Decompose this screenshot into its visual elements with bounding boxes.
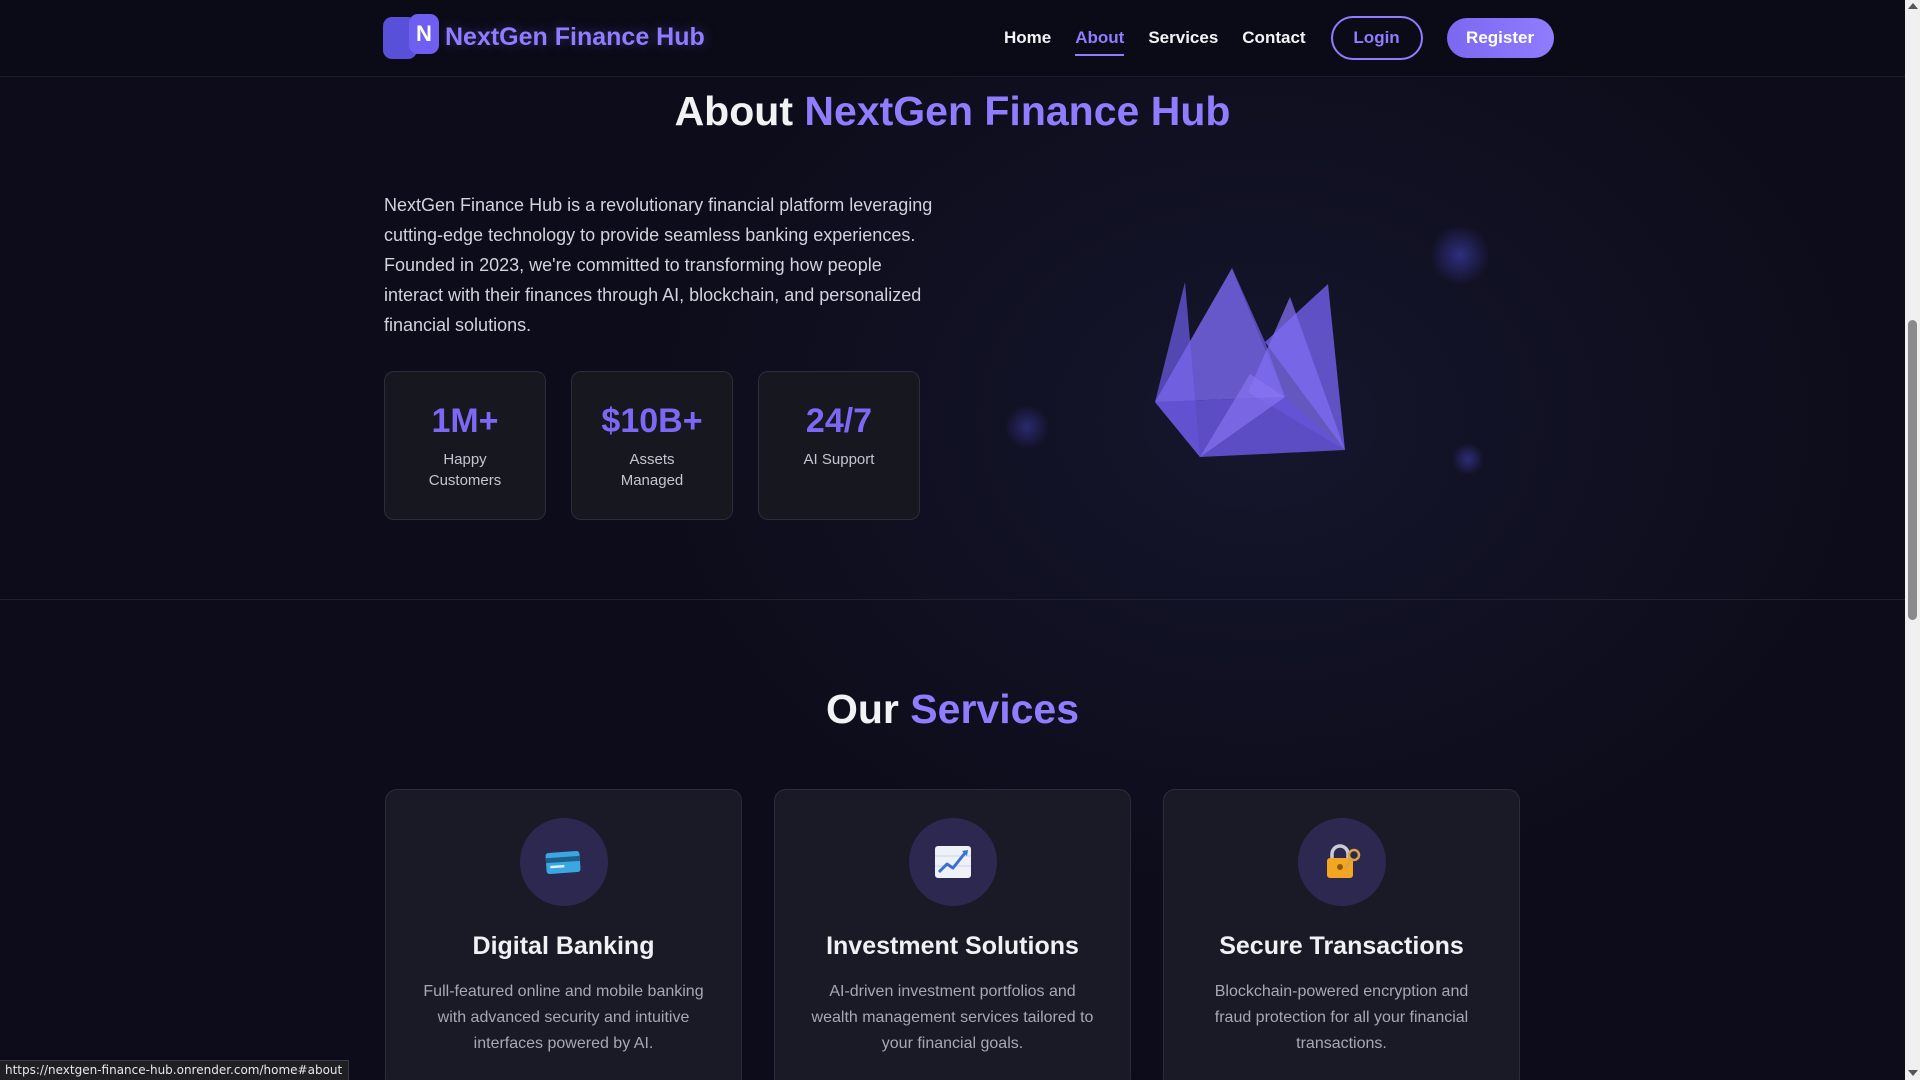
stat-value: 24/7: [805, 402, 873, 440]
glow-orb: [1452, 443, 1484, 475]
scroll-down-arrow-icon[interactable]: [1908, 1070, 1918, 1076]
nav-link-contact[interactable]: Contact: [1242, 18, 1305, 58]
about-description: NextGen Finance Hub is a revolutionary f…: [384, 195, 933, 335]
about-title: About NextGen Finance Hub: [0, 88, 1905, 135]
stat-label: Assets Managed: [620, 451, 684, 489]
card-title: Secure Transactions: [1219, 932, 1464, 960]
glow-orb: [1430, 225, 1490, 285]
card-description: Blockchain-powered encryption and fraud …: [1214, 983, 1469, 1052]
nav-link-services[interactable]: Services: [1148, 18, 1218, 58]
page: N NextGen Finance Hub Home About Service…: [0, 0, 1905, 1080]
credit-card-icon: [519, 818, 608, 906]
status-bar-url: https://nextgen-finance-hub.onrender.com…: [0, 1060, 350, 1080]
service-card-investment[interactable]: Investment Solutions AI-driven investmen…: [774, 789, 1131, 1080]
stat-label: Happy Customers: [428, 451, 502, 489]
stat-value: 1M+: [431, 402, 499, 440]
services-title-prefix: Our: [825, 686, 899, 732]
card-description: Full-featured online and mobile banking …: [423, 983, 704, 1052]
card-title: Investment Solutions: [826, 932, 1079, 960]
services-title-accent: Services: [910, 686, 1080, 732]
stat-label: AI Support: [803, 451, 875, 468]
stat-card-customers: 1M+ Happy Customers: [384, 371, 546, 520]
nav-link-home[interactable]: Home: [1004, 18, 1051, 58]
main-nav: Home About Services Contact Login Regist…: [1004, 16, 1554, 60]
page-scrollbar[interactable]: [1905, 0, 1920, 1080]
card-description: AI-driven investment portfolios and weal…: [811, 983, 1094, 1052]
stat-value: $10B+: [601, 402, 703, 440]
register-button[interactable]: Register: [1446, 18, 1554, 58]
stat-card-assets: $10B+ Assets Managed: [571, 371, 733, 520]
logo[interactable]: N NextGen Finance Hub: [383, 14, 705, 60]
crystal-illustration: [1155, 268, 1345, 457]
service-card-digital-banking[interactable]: Digital Banking Full-featured online and…: [385, 789, 742, 1080]
scroll-thumb[interactable]: [1908, 320, 1917, 620]
section-divider: [0, 599, 1905, 600]
card-title: Digital Banking: [472, 932, 655, 960]
brand-name: NextGen Finance Hub: [445, 22, 705, 51]
chart-increasing-icon: [908, 818, 997, 906]
services-title: Our Services: [0, 686, 1905, 733]
about-title-accent: NextGen Finance Hub: [804, 88, 1231, 134]
logo-icon: N: [383, 14, 441, 60]
about-title-prefix: About: [674, 88, 793, 134]
nav-link-about[interactable]: About: [1075, 18, 1125, 58]
scroll-up-arrow-icon[interactable]: [1908, 3, 1918, 9]
navbar: N NextGen Finance Hub Home About Service…: [0, 0, 1905, 77]
glow-orb: [1005, 405, 1049, 449]
stat-card-support: 24/7 AI Support: [758, 371, 920, 520]
lock-with-key-icon: [1297, 818, 1386, 906]
service-card-secure-transactions[interactable]: Secure Transactions Blockchain-powered e…: [1163, 789, 1520, 1080]
login-button[interactable]: Login: [1330, 16, 1423, 60]
